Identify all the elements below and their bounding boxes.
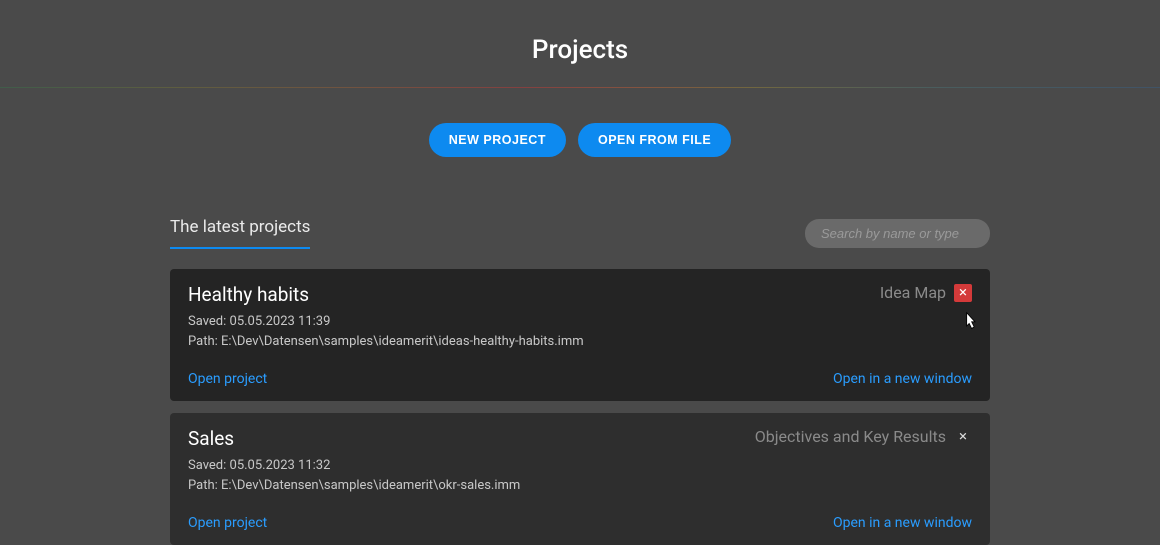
project-saved: Saved: 05.05.2023 11:39 [188,312,880,332]
project-name: Sales [188,427,755,450]
close-icon[interactable]: × [954,284,972,302]
project-card[interactable]: Sales Saved: 05.05.2023 11:32 Path: E:\D… [170,413,990,545]
open-new-window-link[interactable]: Open in a new window [833,515,972,531]
project-path: Path: E:\Dev\Datensen\samples\ideamerit\… [188,476,755,496]
section-title: The latest projects [170,217,310,249]
close-icon[interactable]: × [954,428,972,446]
project-path: Path: E:\Dev\Datensen\samples\ideamerit\… [188,332,880,352]
project-type: Idea Map [880,283,946,302]
page-title: Projects [0,0,1160,87]
open-new-window-link[interactable]: Open in a new window [833,371,972,387]
divider-rainbow [0,87,1160,88]
header-actions: NEW PROJECT OPEN FROM FILE [0,88,1160,217]
search-input[interactable] [805,219,990,248]
new-project-button[interactable]: NEW PROJECT [429,123,566,157]
project-type: Objectives and Key Results [755,427,946,446]
content: The latest projects Healthy habits Saved… [170,217,990,545]
open-from-file-button[interactable]: OPEN FROM FILE [578,123,731,157]
project-name: Healthy habits [188,283,880,306]
open-project-link[interactable]: Open project [188,371,267,387]
open-project-link[interactable]: Open project [188,515,267,531]
list-header: The latest projects [170,217,990,249]
project-card[interactable]: Healthy habits Saved: 05.05.2023 11:39 P… [170,269,990,401]
project-saved: Saved: 05.05.2023 11:32 [188,456,755,476]
